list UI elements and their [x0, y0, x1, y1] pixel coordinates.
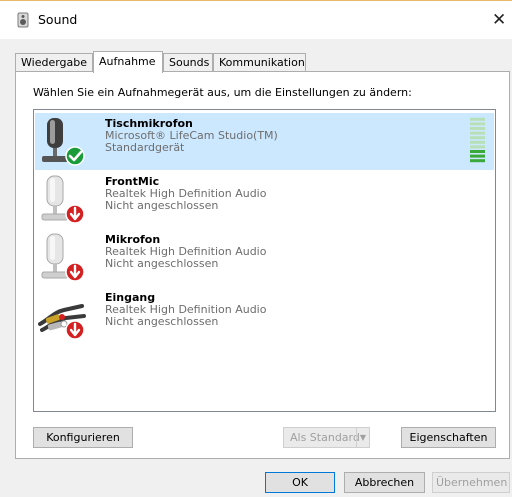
level-bar [470, 131, 485, 135]
close-button[interactable]: ✕ [492, 1, 512, 39]
device-info: Mikrofon Realtek High Definition Audio N… [105, 234, 266, 270]
device-status: Standardgerät [105, 141, 185, 154]
microphone-default-icon [42, 118, 85, 166]
level-meter [470, 117, 485, 163]
line-in-unplugged-icon [38, 304, 86, 340]
ok-button[interactable]: OK [265, 472, 335, 493]
level-bar [470, 140, 485, 144]
recording-panel: Wählen Sie ein Aufnahmegerät aus, um die… [15, 71, 510, 459]
device-item-tischmikrofon[interactable]: Tischmikrofon Microsoft® LifeCam Studio(… [35, 113, 494, 170]
device-item-mikrofon[interactable]: Mikrofon Realtek High Definition Audio N… [35, 229, 494, 286]
level-bar [470, 117, 485, 121]
device-info: FrontMic Realtek High Definition Audio N… [105, 176, 266, 212]
speaker-icon [17, 12, 29, 28]
device-status: Nicht angeschlossen [105, 199, 219, 212]
level-bar [470, 136, 485, 140]
window-title: Sound [38, 12, 78, 27]
instruction-text: Wählen Sie ein Aufnahmegerät aus, um die… [33, 86, 412, 99]
level-bar [470, 122, 485, 126]
microphone-unplugged-icon [41, 233, 85, 282]
tab-aufnahme[interactable]: Aufnahme [93, 51, 163, 73]
apply-button[interactable]: Übernehmen [432, 472, 510, 493]
cancel-button[interactable]: Abbrechen [344, 472, 425, 493]
set-default-button[interactable]: Als Standard ▼ [283, 427, 370, 448]
device-status: Nicht angeschlossen [105, 315, 219, 328]
device-status: Nicht angeschlossen [105, 257, 219, 270]
tab-kommunikation[interactable]: Kommunikation [213, 53, 306, 72]
microphone-unplugged-icon [41, 175, 85, 224]
tab-sounds[interactable]: Sounds [163, 53, 213, 72]
level-bar [470, 145, 485, 149]
level-bar [470, 127, 485, 130]
device-list[interactable]: Tischmikrofon Microsoft® LifeCam Studio(… [33, 109, 496, 412]
device-info: Eingang Realtek High Definition Audio Ni… [105, 292, 266, 328]
device-info: Tischmikrofon Microsoft® LifeCam Studio(… [105, 118, 278, 154]
device-item-eingang[interactable]: Eingang Realtek High Definition Audio Ni… [35, 287, 494, 344]
tab-wiedergabe[interactable]: Wiedergabe [15, 53, 93, 72]
set-default-label: Als Standard [290, 431, 360, 444]
level-bar [470, 154, 485, 158]
level-bar [470, 159, 485, 163]
device-item-frontmic[interactable]: FrontMic Realtek High Definition Audio N… [35, 171, 494, 228]
level-bar [470, 150, 485, 153]
configure-button[interactable]: Konfigurieren [33, 427, 133, 448]
properties-button[interactable]: Eigenschaften [401, 427, 496, 448]
chevron-down-icon[interactable]: ▼ [356, 428, 369, 447]
title-bar[interactable]: Sound ✕ [0, 1, 512, 39]
